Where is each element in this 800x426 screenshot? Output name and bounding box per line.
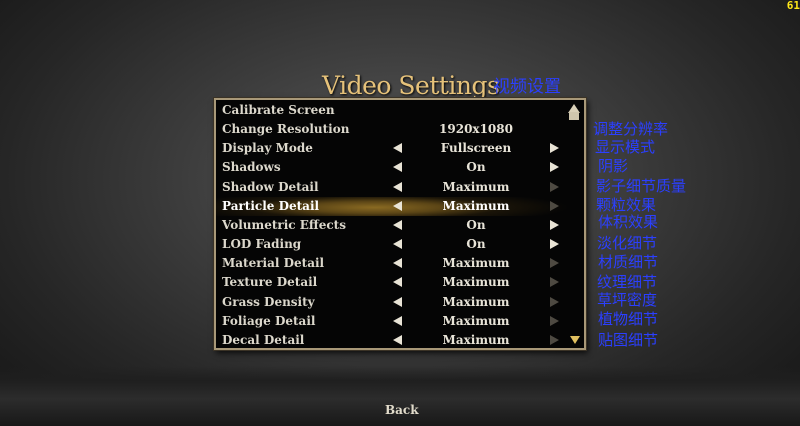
setting-annotation: 阴影 — [598, 157, 629, 175]
arrow-left-icon[interactable] — [393, 181, 402, 192]
setting-row[interactable]: Volumetric Effects On — [216, 216, 568, 235]
scroll-down-icon[interactable] — [570, 336, 580, 344]
setting-row[interactable]: Display Mode Fullscreen — [216, 139, 568, 158]
setting-label: Decal Detail — [222, 332, 305, 347]
setting-row[interactable]: LOD Fading On — [216, 235, 568, 254]
setting-value: Maximum — [442, 332, 510, 347]
page-title: Video Settings — [322, 71, 500, 100]
arrow-left-icon[interactable] — [393, 143, 402, 154]
scroll-up-button[interactable] — [567, 104, 581, 120]
setting-row[interactable]: Shadow Detail Maximum — [216, 178, 568, 197]
settings-panel: Calibrate Screen Change Resolution 1920x10… — [214, 98, 586, 350]
setting-label: Texture Detail — [222, 275, 318, 290]
setting-annotation: 植物细节 — [598, 310, 659, 328]
setting-label: Foliage Detail — [222, 313, 316, 328]
setting-row[interactable]: Foliage Detail Maximum — [216, 312, 568, 331]
setting-value: Maximum — [442, 198, 510, 213]
setting-row[interactable]: Change Resolution 1920x1080 — [216, 120, 568, 139]
setting-annotation: 纹理细节 — [597, 273, 658, 291]
setting-label: Calibrate Screen — [222, 103, 335, 117]
setting-label: Material Detail — [222, 256, 325, 271]
setting-label: Shadow Detail — [222, 179, 319, 194]
setting-value: Maximum — [442, 179, 510, 194]
setting-row[interactable]: Shadows On — [216, 158, 568, 177]
ground-backdrop — [0, 366, 800, 426]
setting-row[interactable]: Texture Detail Maximum — [216, 273, 568, 292]
setting-row[interactable]: Particle Detail Maximum — [216, 196, 568, 216]
arrow-left-icon[interactable] — [393, 200, 402, 211]
setting-annotation: 调整分辨率 — [593, 120, 669, 138]
scroll-thumb[interactable] — [569, 112, 579, 120]
setting-label: Volumetric Effects — [222, 217, 346, 232]
arrow-right-icon[interactable] — [550, 143, 559, 154]
setting-annotation: 贴图细节 — [598, 331, 659, 349]
setting-row[interactable]: Material Detail Maximum — [216, 254, 568, 273]
setting-annotation: 淡化细节 — [597, 234, 658, 252]
arrow-right-icon — [550, 258, 559, 269]
arrow-right-icon[interactable] — [550, 239, 559, 250]
setting-value: 1920x1080 — [439, 122, 513, 137]
setting-value: Maximum — [442, 256, 510, 271]
arrow-left-icon[interactable] — [393, 334, 402, 345]
setting-row[interactable]: Decal Detail Maximum — [216, 331, 568, 350]
setting-value: Maximum — [442, 313, 510, 328]
arrow-right-icon[interactable] — [550, 162, 559, 173]
arrow-right-icon[interactable] — [550, 219, 559, 230]
title-annotation: 视频设置 — [493, 77, 561, 97]
setting-annotation: 体积效果 — [598, 213, 659, 231]
arrow-left-icon[interactable] — [393, 239, 402, 250]
back-button[interactable]: Back — [385, 403, 419, 417]
arrow-right-icon — [550, 296, 559, 307]
setting-annotation: 影子细节质量 — [596, 177, 687, 195]
setting-label: Particle Detail — [222, 198, 320, 213]
arrow-left-icon[interactable] — [393, 296, 402, 307]
setting-row[interactable]: Grass Density Maximum — [216, 293, 568, 312]
arrow-right-icon — [550, 200, 559, 211]
setting-value: On — [466, 237, 486, 252]
fps-counter: 61 — [786, 0, 800, 12]
setting-value: Maximum — [442, 275, 510, 290]
setting-value: On — [466, 217, 486, 232]
setting-annotation: 显示模式 — [595, 138, 656, 156]
setting-label: Change Resolution — [222, 122, 350, 137]
setting-row[interactable]: Calibrate Screen — [216, 101, 568, 120]
setting-value: Maximum — [442, 294, 510, 309]
setting-value: Fullscreen — [440, 141, 512, 156]
arrow-right-icon — [550, 181, 559, 192]
setting-value: On — [466, 160, 486, 175]
setting-label: Shadows — [222, 160, 281, 175]
arrow-right-icon — [550, 277, 559, 288]
arrow-right-icon — [550, 315, 559, 326]
arrow-left-icon[interactable] — [393, 277, 402, 288]
setting-label: LOD Fading — [222, 237, 302, 252]
setting-label: Display Mode — [222, 141, 313, 156]
arrow-left-icon[interactable] — [393, 315, 402, 326]
arrow-right-icon — [550, 334, 559, 345]
arrow-left-icon[interactable] — [393, 258, 402, 269]
setting-annotation: 材质细节 — [598, 253, 659, 271]
setting-label: Grass Density — [222, 294, 315, 309]
arrow-left-icon[interactable] — [393, 219, 402, 230]
setting-annotation: 颗粒效果 — [596, 196, 657, 214]
setting-annotation: 草坪密度 — [597, 291, 658, 309]
arrow-left-icon[interactable] — [393, 162, 402, 173]
